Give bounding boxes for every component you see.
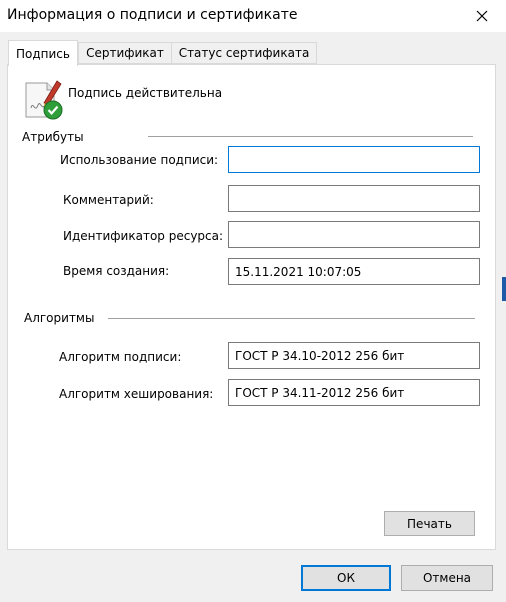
resource-id-field[interactable] xyxy=(228,221,480,248)
creation-time-field[interactable]: 15.11.2021 10:07:05 xyxy=(228,258,480,285)
background-window-mark xyxy=(502,277,506,301)
tab-panel-signature: Подпись действительна Атрибуты Использов… xyxy=(7,64,496,550)
window-title: Информация о подписи и сертификате xyxy=(7,7,298,23)
field-label-comment: Комментарий: xyxy=(63,193,154,207)
attributes-group-label: Атрибуты xyxy=(22,130,84,144)
signature-algorithm-field[interactable]: ГОСТ Р 34.10-2012 256 бит xyxy=(228,342,480,369)
signature-valid-icon xyxy=(23,80,67,124)
attributes-divider xyxy=(148,136,473,137)
field-label-hash-algorithm: Алгоритм хеширования: xyxy=(59,387,214,401)
algorithms-group-label: Алгоритмы xyxy=(24,311,95,325)
background-window-edge xyxy=(500,64,506,550)
signature-status-text: Подпись действительна xyxy=(68,86,223,100)
tab-certificate-status[interactable]: Статус сертификата xyxy=(171,42,317,64)
close-icon xyxy=(476,10,488,22)
tab-certificate[interactable]: Сертификат xyxy=(78,42,172,64)
field-label-signature-algorithm: Алгоритм подписи: xyxy=(59,350,182,364)
field-label-usage: Использование подписи: xyxy=(60,153,219,167)
close-button[interactable] xyxy=(458,0,506,32)
print-button[interactable]: Печать xyxy=(384,511,475,536)
field-label-resource-id: Идентификатор ресурса: xyxy=(63,229,224,243)
cancel-button[interactable]: Отмена xyxy=(401,565,493,591)
signature-usage-field[interactable] xyxy=(228,146,480,173)
comment-field[interactable] xyxy=(228,185,480,212)
ok-button[interactable]: ОК xyxy=(301,565,391,591)
field-label-creation-time: Время создания: xyxy=(63,264,170,278)
hash-algorithm-field[interactable]: ГОСТ Р 34.11-2012 256 бит xyxy=(228,379,480,406)
algorithms-divider xyxy=(108,318,475,319)
tab-signature[interactable]: Подпись xyxy=(8,40,78,66)
